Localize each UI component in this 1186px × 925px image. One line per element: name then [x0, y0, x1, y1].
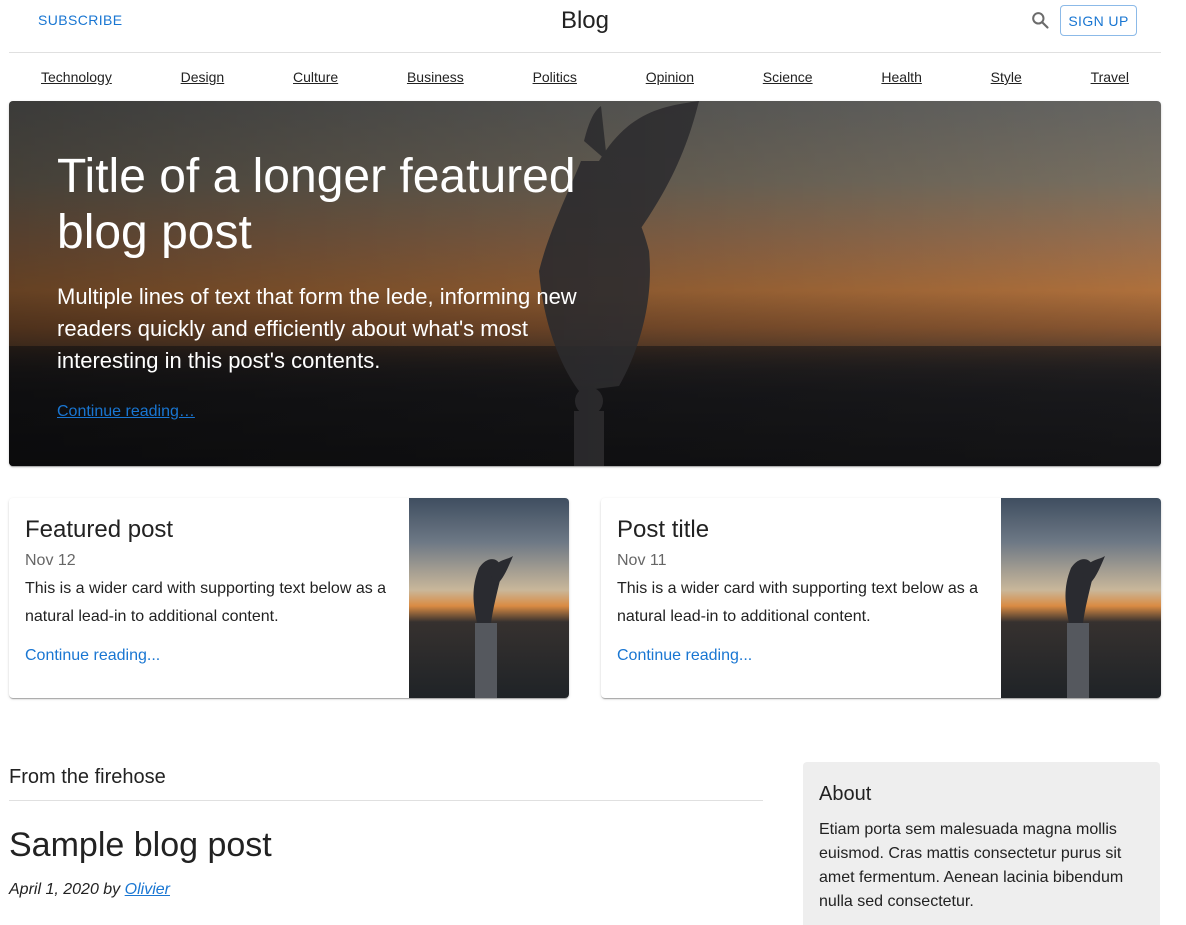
card-date: Nov 12: [25, 552, 76, 569]
sign-up-button[interactable]: SIGN UP: [1060, 5, 1137, 36]
hero-continue-reading-link[interactable]: Continue reading…: [57, 403, 195, 421]
nav-link-health[interactable]: Health: [881, 69, 921, 85]
about-panel: About Etiam porta sem malesuada magna mo…: [803, 762, 1160, 925]
main-featured-post: Title of a longer featured blog post Mul…: [9, 101, 1161, 466]
card-image: [409, 498, 569, 698]
hero-content: Title of a longer featured blog post Mul…: [57, 149, 617, 421]
hero-lede: Multiple lines of text that form the led…: [57, 284, 577, 373]
statue-thumbnail: [1065, 556, 1105, 698]
card-continue-reading-link[interactable]: Continue reading...: [25, 647, 395, 665]
search-icon[interactable]: [1030, 10, 1050, 30]
about-text: Etiam porta sem malesuada magna mollis e…: [819, 821, 1124, 910]
nav-link-design[interactable]: Design: [181, 69, 225, 85]
post-date: April 1, 2020 by: [9, 881, 121, 898]
category-nav: Technology Design Culture Business Polit…: [9, 53, 1161, 101]
post-title: Sample blog post: [9, 826, 272, 864]
hero-title: Title of a longer featured blog post: [57, 150, 576, 259]
nav-link-opinion[interactable]: Opinion: [646, 69, 694, 85]
card-date: Nov 11: [617, 552, 667, 569]
post-author-link[interactable]: Olivier: [125, 881, 170, 898]
post-meta: April 1, 2020 by Olivier: [9, 881, 170, 899]
card-image: [1001, 498, 1161, 698]
nav-link-science[interactable]: Science: [763, 69, 813, 85]
statue-thumbnail: [473, 556, 513, 698]
nav-link-style[interactable]: Style: [991, 69, 1022, 85]
nav-link-travel[interactable]: Travel: [1091, 69, 1129, 85]
card-text: This is a wider card with supporting tex…: [25, 580, 387, 625]
nav-link-culture[interactable]: Culture: [293, 69, 338, 85]
card-text: This is a wider card with supporting tex…: [617, 580, 979, 625]
featured-post-card[interactable]: Featured post Nov 12 This is a wider car…: [9, 498, 569, 698]
card-content: Featured post Nov 12 This is a wider car…: [25, 514, 395, 665]
card-content: Post title Nov 11 This is a wider card w…: [617, 514, 987, 665]
nav-link-business[interactable]: Business: [407, 69, 464, 85]
card-continue-reading-link[interactable]: Continue reading...: [617, 647, 987, 665]
about-title: About: [819, 783, 872, 805]
site-title: Blog: [560, 7, 610, 34]
post-card[interactable]: Post title Nov 11 This is a wider card w…: [601, 498, 1161, 698]
header: SUBSCRIBE Blog SIGN UP: [9, 0, 1161, 53]
section-heading: From the firehose: [9, 766, 763, 801]
card-title: Post title: [617, 516, 710, 543]
nav-link-politics[interactable]: Politics: [533, 69, 577, 85]
card-title: Featured post: [25, 516, 174, 543]
nav-link-technology[interactable]: Technology: [41, 69, 112, 85]
